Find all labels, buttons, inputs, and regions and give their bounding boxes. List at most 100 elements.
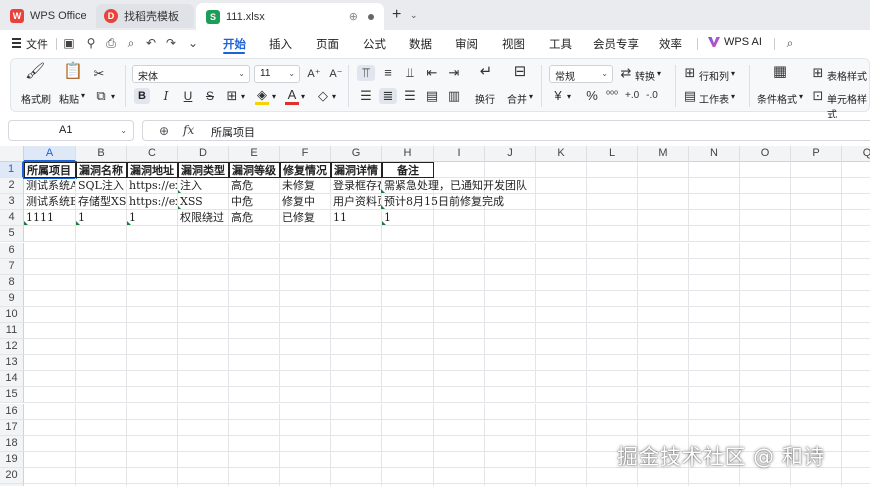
grid-cell[interactable] [485, 274, 536, 291]
grid-cell[interactable] [791, 210, 842, 227]
grid-cell[interactable] [229, 274, 280, 291]
row-header[interactable]: 4 [0, 210, 24, 227]
grid-cell[interactable] [178, 419, 229, 436]
grid-cell[interactable] [740, 387, 791, 404]
grid-cell[interactable] [280, 258, 331, 275]
grid-cell[interactable] [127, 306, 178, 323]
thousands-icon[interactable]: ⁰⁰⁰ [605, 89, 619, 103]
row-header[interactable]: 6 [0, 242, 24, 259]
grid-cell[interactable] [485, 162, 536, 178]
grid-cell[interactable] [791, 162, 842, 178]
grid-cell[interactable] [24, 339, 76, 356]
row-header[interactable]: 13 [0, 355, 24, 372]
grid-cell[interactable] [740, 355, 791, 372]
worksheet-icon[interactable]: ▤ [683, 89, 697, 103]
font-color-icon[interactable]: A [285, 88, 299, 105]
grid-cell[interactable] [178, 290, 229, 307]
grid-cell[interactable] [689, 274, 740, 291]
grid-cell[interactable] [485, 339, 536, 356]
convert-label[interactable]: 转换 [635, 68, 655, 83]
row-header[interactable]: 14 [0, 371, 24, 388]
align-left-icon[interactable]: ☰ [359, 89, 373, 103]
grid-cell[interactable] [791, 355, 842, 372]
wps-ai-button[interactable]: WPS AI [708, 36, 762, 48]
grid-cell[interactable] [331, 371, 382, 388]
grid-cell[interactable] [331, 242, 382, 259]
grid-cell[interactable] [485, 451, 536, 468]
column-header[interactable]: H [382, 146, 434, 162]
column-header[interactable]: C [127, 146, 178, 162]
grid-cell[interactable] [740, 226, 791, 243]
grid-cell[interactable] [740, 323, 791, 339]
grid-cell[interactable] [536, 178, 587, 195]
paste-chevron-down-icon[interactable]: ▾ [81, 91, 85, 100]
grid-cell[interactable] [536, 403, 587, 420]
grid-cell[interactable] [24, 419, 76, 436]
cell-warning-indicator-icon[interactable] [76, 221, 80, 226]
grid-cell[interactable] [434, 435, 485, 452]
grid-cell[interactable] [689, 162, 740, 178]
grid-cell[interactable] [740, 210, 791, 227]
align-center-icon[interactable]: ≣ [381, 89, 395, 103]
grid-cell[interactable] [740, 274, 791, 291]
menu-page[interactable]: 页面 [316, 36, 339, 52]
grid-cell[interactable] [842, 436, 870, 452]
grid-cell[interactable] [689, 403, 740, 420]
font-name-select[interactable]: 宋体 ⌄ [132, 65, 250, 83]
grid-cell[interactable]: 1 [127, 210, 178, 227]
grid-cell[interactable]: 1 [382, 210, 434, 227]
grid-cell[interactable] [842, 387, 870, 404]
grid-cell[interactable] [178, 371, 229, 388]
number-format-select[interactable]: 常规 ⌄ [549, 65, 613, 83]
grid-cell[interactable]: 漏洞名称 [76, 162, 127, 178]
worksheet-chevron-down-icon[interactable]: ▾ [731, 92, 735, 101]
grid-cell[interactable] [740, 371, 791, 388]
table-style-icon[interactable]: ⊞ [811, 66, 825, 80]
grid-cell[interactable] [382, 258, 434, 275]
grid-cell[interactable] [536, 258, 587, 275]
align-right-icon[interactable]: ☰ [403, 89, 417, 103]
rows-cols-label[interactable]: 行和列 [699, 68, 729, 83]
menu-data[interactable]: 数据 [409, 36, 432, 52]
grid-cell[interactable] [178, 387, 229, 404]
column-header[interactable]: F [280, 146, 331, 162]
row-header[interactable]: 16 [0, 403, 24, 420]
column-header[interactable]: A [24, 146, 76, 162]
grid-cell[interactable] [127, 451, 178, 468]
column-header[interactable]: M [638, 146, 689, 162]
grid-cell[interactable] [587, 403, 638, 420]
grid-cell[interactable] [24, 323, 76, 339]
grid-cell[interactable] [842, 452, 870, 468]
hamburger-menu-icon[interactable] [12, 38, 21, 50]
spreadsheet-grid[interactable]: A B C D E F G H I J K L M N O P Q 1 所属项目 漏洞名称 漏洞地址 漏洞类型 漏洞等级 修复… [0, 146, 870, 486]
grid-cell[interactable] [229, 467, 280, 484]
grid-cell[interactable] [76, 451, 127, 468]
column-header[interactable]: I [434, 146, 485, 162]
grid-cell[interactable] [536, 323, 587, 339]
grid-cell[interactable] [536, 274, 587, 291]
grid-cell[interactable] [536, 226, 587, 243]
align-bottom-icon[interactable]: ⫫ [403, 66, 417, 80]
grid-cell[interactable] [842, 243, 870, 259]
grid-cell[interactable] [382, 290, 434, 307]
grid-cell[interactable] [638, 178, 689, 195]
tab-template[interactable]: D 找稻壳模板 [96, 4, 194, 28]
indent-decrease-icon[interactable]: ⇤ [425, 66, 439, 80]
grid-cell[interactable] [638, 419, 689, 436]
grid-cell[interactable] [536, 451, 587, 468]
grid-cell[interactable] [24, 242, 76, 259]
grid-cell[interactable] [331, 419, 382, 436]
grid-cell[interactable]: 中危 [229, 194, 280, 211]
grid-cell[interactable] [76, 403, 127, 420]
grid-cell[interactable] [842, 307, 870, 323]
increase-font-icon[interactable]: A⁺ [307, 67, 321, 81]
grid-cell[interactable]: https://example [127, 178, 178, 195]
grid-cell[interactable] [740, 403, 791, 420]
grid-cell[interactable] [485, 242, 536, 259]
grid-cell[interactable]: 高危 [229, 210, 280, 227]
grid-cell[interactable] [24, 435, 76, 452]
row-header[interactable]: 12 [0, 339, 24, 356]
grid-cell[interactable] [331, 387, 382, 404]
grid-cell[interactable] [485, 258, 536, 275]
grid-cell[interactable] [638, 306, 689, 323]
